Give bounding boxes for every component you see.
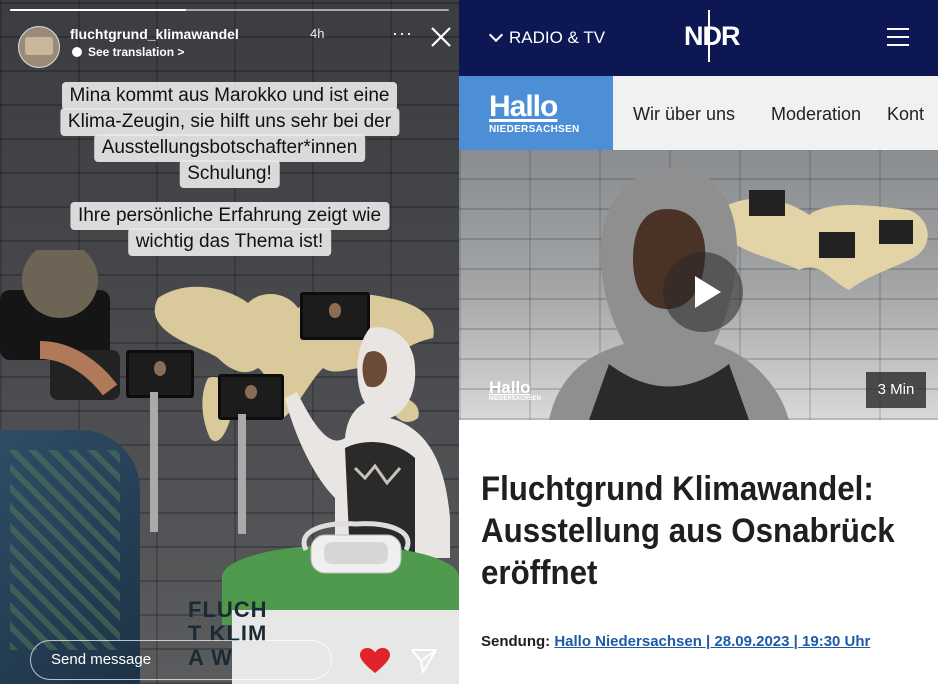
hamburger-menu-icon[interactable] — [887, 28, 909, 46]
post-time: 4h — [310, 26, 325, 41]
brand-sub-text: NIEDERSACHSEN — [489, 124, 580, 135]
article-headline: Fluchtgrund Klimawandel: Ausstellung aus… — [481, 470, 895, 592]
story-caption-line: Schulung! — [179, 160, 280, 188]
send-message-input[interactable]: Send message — [30, 640, 332, 680]
nav-item-kontakt[interactable]: Kont — [887, 104, 924, 125]
story-caption-line: Mina kommt aus Marokko und ist eine — [61, 82, 398, 110]
ndr-logo[interactable]: NDR — [684, 21, 740, 52]
broadcast-label: Sendung: — [481, 633, 551, 650]
account-name[interactable]: fluchtgrund_klimawandel — [70, 26, 239, 42]
video-logo: Hallo — [489, 378, 531, 397]
vr-headset — [301, 521, 411, 574]
story-progress-bar — [10, 9, 449, 11]
radio-tv-menu[interactable]: RADIO & TV — [488, 27, 606, 48]
ndr-top-bar: RADIO & TV NDR — [459, 0, 938, 76]
heart-icon[interactable] — [360, 648, 390, 674]
hallo-niedersachsen-logo[interactable]: Hallo NIEDERSACHSEN — [459, 76, 613, 150]
avatar[interactable] — [18, 26, 60, 68]
ndr-web-page: RADIO & TV NDR Hallo NIEDERSACHSEN Wir ü… — [459, 0, 938, 684]
tv-camera — [0, 250, 120, 400]
screen-stand — [238, 414, 246, 534]
send-direct-icon[interactable] — [410, 648, 438, 674]
radio-tv-label: RADIO & TV — [509, 28, 606, 47]
video-logo-sub: NIEDERSACHSEN — [489, 396, 542, 402]
video-player[interactable]: Hallo NIEDERSACHSEN 3 Min — [459, 150, 938, 420]
section-nav: Hallo NIEDERSACHSEN Wir über uns Moderat… — [459, 76, 938, 150]
see-translation-label: See translation > — [88, 45, 185, 59]
chevron-down-icon — [488, 27, 504, 43]
screen-stand — [150, 392, 158, 532]
translate-icon — [72, 47, 82, 57]
story-caption-line: Klima-Zeugin, sie hilft uns sehr bei der — [59, 108, 400, 136]
play-button[interactable] — [663, 252, 743, 332]
story-progress-fill — [10, 9, 186, 11]
broadcast-info: Sendung: Hallo Niedersachsen | 28.09.202… — [481, 628, 921, 656]
story-caption-line: Ihre persönliche Erfahrung zeigt wie — [69, 202, 390, 230]
story-caption-line: wichtig das Thema ist! — [127, 228, 332, 256]
see-translation-link[interactable]: See translation > — [72, 45, 184, 59]
story-caption-line: Ausstellungsbotschafter*innen — [93, 134, 366, 162]
nav-item-wir-ueber-uns[interactable]: Wir über uns — [633, 104, 735, 125]
close-icon[interactable] — [430, 26, 452, 48]
instagram-story: fluchtgrund_klimawandel 4h See translati… — [0, 0, 459, 684]
more-options-icon[interactable]: ··· — [392, 23, 413, 44]
nav-item-moderation[interactable]: Moderation — [771, 104, 861, 125]
brand-main-text: Hallo — [489, 90, 558, 123]
broadcast-link[interactable]: Hallo Niedersachsen | 28.09.2023 | 19:30… — [554, 633, 870, 650]
story-header: fluchtgrund_klimawandel 4h See translati… — [18, 20, 451, 68]
video-duration-badge: 3 Min — [866, 372, 926, 408]
send-message-placeholder: Send message — [51, 651, 152, 668]
